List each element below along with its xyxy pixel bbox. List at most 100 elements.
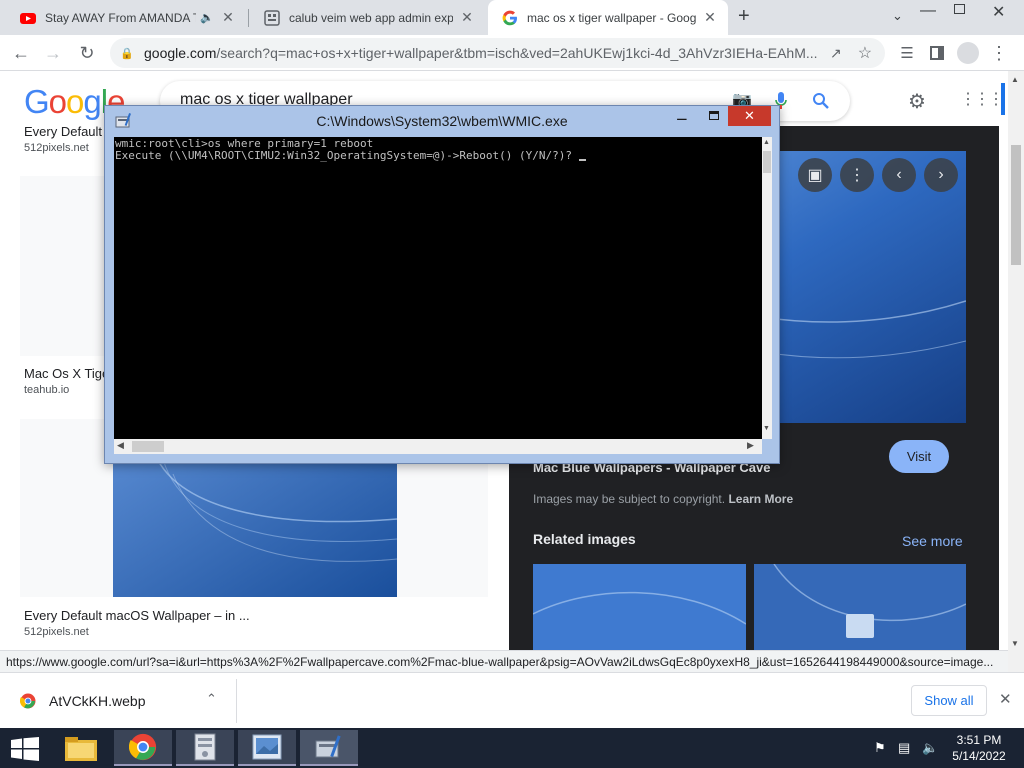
tab-title: Stay AWAY From AMANDA T [45,10,197,25]
result-source[interactable]: teahub.io [24,384,69,396]
clock-time[interactable]: 3:51 PM [944,733,1014,747]
previous-image-icon[interactable]: ‹ [882,158,916,192]
profile-avatar-icon[interactable] [955,40,981,66]
sign-in-edge[interactable] [1001,83,1005,115]
copyright-text: Images may be subject to copyright. [533,492,726,506]
wmic-tool-icon [315,735,341,758]
new-tab-button[interactable]: + [738,5,750,28]
copyright-notice: Images may be subject to copyright. Lear… [533,492,793,506]
action-center-icon[interactable]: ⚑ [874,740,886,756]
result-title[interactable]: Every Default macOS Wallpaper – in ... [24,608,250,623]
download-shelf: AtVCkKH.webp ⌃ Show all ✕ [0,672,1024,728]
wmic-console-window[interactable]: C:\Windows\System32\wbem\WMIC.exe ⚊ ✕ wm… [104,105,780,464]
related-image-thumbnail[interactable] [754,564,966,650]
text-cursor [578,159,586,161]
tab-title: calub veim web app admin explo [289,10,453,25]
result-title[interactable]: Every Default r [24,124,110,139]
folder-icon [65,737,97,761]
related-image-thumbnail[interactable] [533,564,746,650]
wmic-console-app[interactable] [300,730,358,766]
apps-grid-icon[interactable]: ⋮⋮⋮ [960,89,1004,109]
console-vertical-scrollbar[interactable]: ▲ ▼ [762,137,772,439]
show-all-button[interactable]: Show all [911,685,987,716]
tab-strip: Stay AWAY From AMANDA T 🔈 ✕ calub veim w… [0,0,1024,35]
console-minimize-icon[interactable]: ⚊ [676,108,688,124]
next-image-icon[interactable]: › [924,158,958,192]
picture-icon [252,734,282,760]
search-icon[interactable] [812,92,830,110]
url-domain: google.com [144,45,217,61]
page-scrollbar[interactable]: ▲ ▼ [1008,71,1024,672]
close-shelf-icon[interactable]: ✕ [999,690,1012,708]
chrome-icon [129,733,157,761]
more-options-icon[interactable]: ⋮ [840,158,874,192]
close-tab-icon[interactable]: ✕ [220,9,236,26]
bookmark-star-icon[interactable]: ☆ [858,43,872,63]
forward-arrow-icon[interactable]: → [40,40,66,66]
back-arrow-icon[interactable]: ← [8,40,34,66]
download-chevron-up-icon[interactable]: ⌃ [206,691,217,707]
installer-app[interactable] [176,730,234,766]
result-source[interactable]: 512pixels.net [24,142,89,154]
chrome-icon [20,693,36,709]
google-g-icon [502,10,517,25]
console-output[interactable]: wmic:root\cli>os where primary=1 reboot E… [114,137,762,439]
console-horizontal-scrollbar[interactable]: ◀ ▶ [114,439,762,454]
windows-start-icon[interactable] [11,737,39,761]
address-text[interactable]: google.com/search?q=mac+os+x+tiger+wallp… [144,45,824,61]
chrome-app[interactable] [114,730,172,766]
link-status-bar: https://www.google.com/url?sa=i&url=http… [0,650,1008,672]
network-icon[interactable]: ▤ [898,740,910,756]
image-viewer-app[interactable] [238,730,296,766]
tab-youtube[interactable]: Stay AWAY From AMANDA T 🔈 ✕ [6,0,246,35]
scroll-up-arrow-icon[interactable]: ▲ [1011,75,1019,84]
console-scroll-right-icon[interactable]: ▶ [747,440,754,451]
url-path: /search?q=mac+os+x+tiger+wallpaper&tbm=i… [216,45,818,61]
console-scroll-up-icon[interactable]: ▲ [763,139,770,146]
windows-taskbar: ⚑ ▤ 🔈 3:51 PM 5/14/2022 [0,728,1024,768]
result-title[interactable]: Mac Os X Tige [24,366,109,381]
volume-muted-icon[interactable]: 🔈 [922,740,938,756]
console-hscroll-thumb[interactable] [132,441,164,452]
clock-date[interactable]: 5/14/2022 [944,749,1014,763]
shelf-divider [236,679,237,723]
file-explorer-app[interactable] [52,730,110,766]
more-menu-icon[interactable]: ⋮ [986,40,1012,66]
see-more-link[interactable]: See more [902,533,963,549]
tab-title: mac os x tiger wallpaper - Googl [527,10,696,25]
close-window-icon[interactable]: ✕ [992,2,1005,22]
console-close-button[interactable]: ✕ [728,106,771,126]
google-lens-icon[interactable]: ▣ [798,158,832,192]
scroll-down-arrow-icon[interactable]: ▼ [1011,639,1019,648]
tab-webapp[interactable]: calub veim web app admin explo ✕ [250,0,485,35]
tab-google-images[interactable]: mac os x tiger wallpaper - Googl ✕ [488,0,728,35]
settings-gear-icon[interactable]: ⚙ [908,89,926,114]
console-scroll-left-icon[interactable]: ◀ [117,440,124,451]
tab-search-chevron-icon[interactable]: ⌄ [892,8,903,24]
console-scroll-thumb[interactable] [763,151,771,173]
console-scroll-down-icon[interactable]: ▼ [763,425,770,432]
address-bar[interactable]: 🔒 google.com/search?q=mac+os+x+tiger+wal… [110,38,885,68]
media-control-icon[interactable]: ☰ [894,40,920,66]
speaker-icon[interactable]: 🔈 [200,11,214,24]
restore-icon[interactable] [954,4,965,14]
console-line: Execute (\\UM4\ROOT\CIMU2:Win32_Operatin… [115,149,579,162]
download-filename[interactable]: AtVCkKH.webp [49,693,145,709]
console-prompt-line: Execute (\\UM4\ROOT\CIMU2:Win32_Operatin… [115,150,762,162]
tab-separator [248,9,249,27]
close-tab-icon[interactable]: ✕ [459,9,475,26]
share-icon[interactable]: ↗ [830,45,842,62]
close-tab-icon[interactable]: ✕ [702,9,718,26]
console-maximize-icon[interactable] [709,111,719,120]
minimize-icon[interactable]: — [920,2,936,20]
browser-toolbar: ← → ↻ 🔒 google.com/search?q=mac+os+x+tig… [0,35,1024,71]
learn-more-link[interactable]: Learn More [728,492,793,506]
reload-icon[interactable]: ↻ [74,40,100,66]
result-source[interactable]: 512pixels.net [24,626,89,638]
console-title-bar[interactable]: C:\Windows\System32\wbem\WMIC.exe ⚊ ✕ [105,106,779,136]
related-images-heading: Related images [533,531,636,547]
visit-button[interactable]: Visit [889,440,949,473]
webpage-icon [264,9,280,26]
side-panel-icon[interactable] [924,40,950,66]
scrollbar-thumb[interactable] [1011,145,1021,265]
